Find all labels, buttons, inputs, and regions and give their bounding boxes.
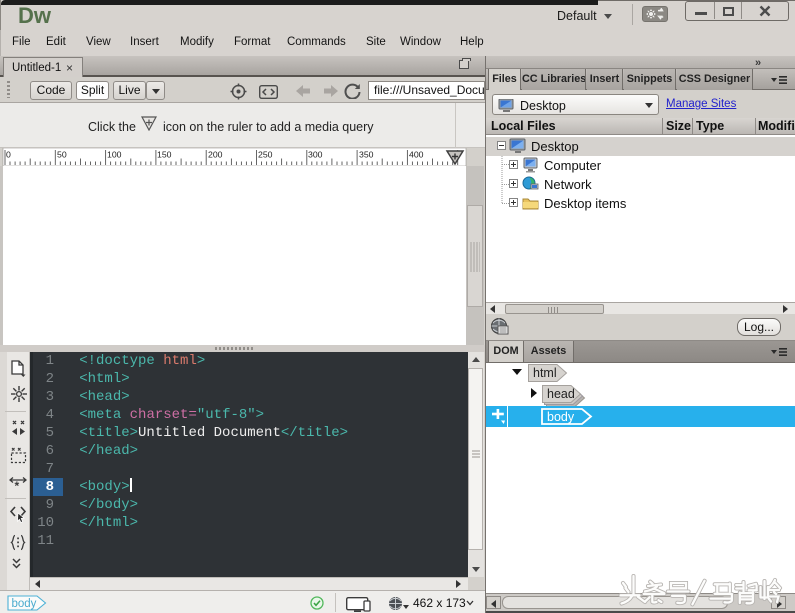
svg-text:200: 200 [208,150,223,160]
svg-text:50: 50 [57,150,67,160]
svg-text:350: 350 [359,150,374,160]
svg-text:150: 150 [157,150,172,160]
svg-text:400: 400 [409,150,424,160]
svg-text:head: head [547,387,575,401]
svg-text:*: * [15,479,20,490]
svg-text:100: 100 [107,150,122,160]
svg-text:250: 250 [258,150,273,160]
svg-text:html: html [533,366,557,380]
svg-text:body: body [547,410,575,424]
svg-text:0: 0 [6,150,11,160]
svg-text:300: 300 [308,150,323,160]
svg-text:body: body [12,598,37,610]
